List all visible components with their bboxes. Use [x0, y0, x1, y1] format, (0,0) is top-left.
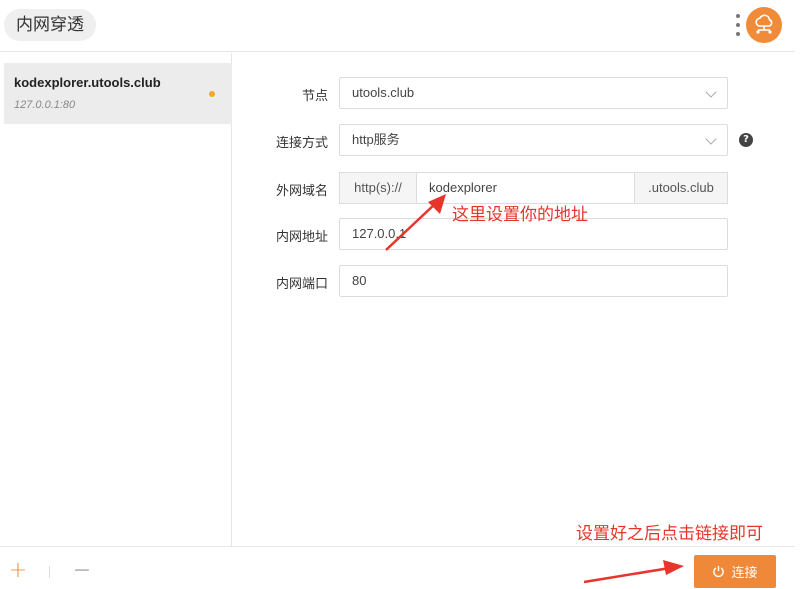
- page-title: 内网穿透: [4, 9, 96, 41]
- app-window: 内网穿透 kodexplorer.utools.club 127.0.0.1:8…: [0, 0, 800, 589]
- domain-hint-annotation: 这里设置你的地址: [452, 205, 588, 225]
- kebab-menu-icon[interactable]: [733, 12, 743, 38]
- tunnel-list: kodexplorer.utools.club 127.0.0.1:80: [0, 53, 232, 546]
- connection-type-select[interactable]: http服务: [339, 124, 728, 156]
- power-icon: [713, 565, 725, 578]
- chevron-down-icon: [705, 86, 717, 98]
- connection-type-label: 连接方式: [275, 136, 328, 151]
- app-header: 内网穿透: [0, 0, 795, 52]
- node-select[interactable]: utools.club: [339, 77, 728, 109]
- internal-address-value: 127.0.0.1: [352, 226, 407, 241]
- node-label: 节点: [301, 89, 328, 104]
- internal-port-input[interactable]: 80: [339, 265, 728, 297]
- arrow-icon: [583, 560, 684, 584]
- internal-port-value: 80: [352, 273, 367, 288]
- status-dot-icon: [209, 91, 215, 97]
- add-tunnel-button[interactable]: +: [8, 560, 28, 582]
- tunnel-name: kodexplorer.utools.club: [14, 75, 161, 90]
- help-icon[interactable]: ?: [739, 133, 753, 147]
- tunnel-list-item[interactable]: kodexplorer.utools.club 127.0.0.1:80: [4, 63, 232, 124]
- chevron-down-icon: [705, 133, 717, 145]
- tunnel-address: 127.0.0.1:80: [14, 99, 76, 111]
- footer-divider: [0, 546, 795, 547]
- domain-suffix: .utools.club: [634, 172, 728, 204]
- domain-input-value: kodexplorer: [429, 180, 497, 195]
- cloud-network-icon[interactable]: [746, 7, 782, 43]
- remove-tunnel-button[interactable]: −: [72, 560, 92, 582]
- internal-address-label: 内网地址: [275, 230, 328, 245]
- domain-prefix: http(s)://: [339, 172, 417, 204]
- node-select-value: utools.club: [352, 85, 415, 100]
- connect-hint-annotation: 设置好之后点击链接即可: [576, 524, 763, 544]
- connect-button[interactable]: 连接: [694, 555, 776, 588]
- external-domain-label: 外网域名: [275, 184, 328, 199]
- connect-button-label: 连接: [731, 566, 758, 581]
- connection-type-value: http服务: [352, 132, 400, 147]
- footer-separator: [49, 566, 50, 578]
- internal-port-label: 内网端口: [275, 277, 328, 292]
